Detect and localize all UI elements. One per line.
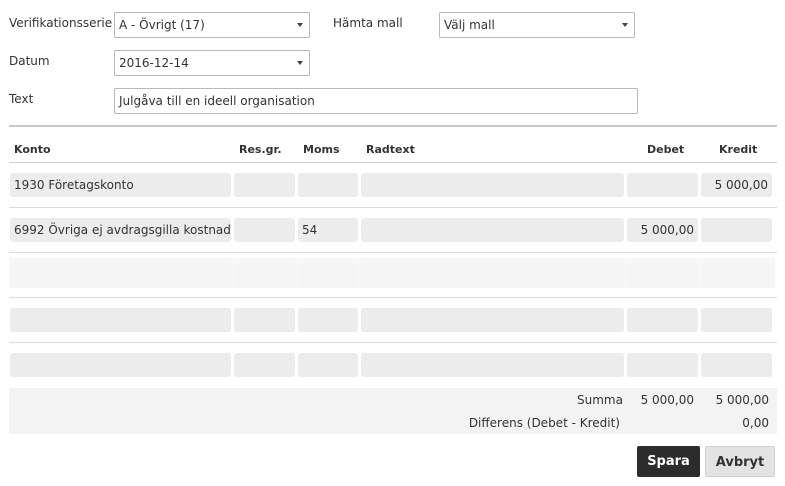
series-value: A - Övrigt (17) [119,18,205,32]
cell-debet[interactable] [627,308,698,332]
cell-kredit[interactable] [701,353,772,377]
template-label: Hämta mall [333,16,403,30]
cell-resgr[interactable] [234,263,295,287]
col-header-kredit: Kredit [719,143,758,156]
cell-debet[interactable]: 5 000,00 [627,218,698,242]
cell-debet[interactable] [627,263,698,287]
cell-konto[interactable] [10,308,231,332]
cell-radtext[interactable] [361,263,624,287]
cell-moms[interactable] [298,263,358,287]
col-header-moms: Moms [303,143,340,156]
col-header-radtext: Radtext [366,143,415,156]
series-select[interactable]: A - Övrigt (17) [114,12,310,38]
cell-moms[interactable] [298,308,358,332]
header-separator [9,162,777,163]
col-header-resgr: Res.gr. [239,143,282,156]
text-input-value: Julgåva till en ideell organisation [119,94,315,108]
sum-label: Summa [577,393,623,407]
date-label: Datum [9,54,50,68]
cancel-button[interactable]: Avbryt [705,446,775,477]
text-label: Text [9,92,34,106]
col-header-konto: Konto [14,143,51,156]
series-label: Verifikationsserie [9,16,113,30]
cell-kredit[interactable]: 5 000,00 [701,173,772,197]
chevron-down-icon [622,23,628,27]
sum-debet: 5 000,00 [640,393,694,407]
cell-kredit[interactable] [701,218,772,242]
cell-resgr[interactable] [234,308,295,332]
row-separator [9,207,777,208]
template-select[interactable]: Välj mall [439,12,635,38]
cell-resgr[interactable] [234,173,295,197]
date-value: 2016-12-14 [119,56,189,70]
cell-radtext[interactable] [361,308,624,332]
template-value: Välj mall [444,18,495,32]
cell-debet[interactable] [627,173,698,197]
cell-resgr[interactable] [234,218,295,242]
row-separator [9,252,777,253]
cell-konto[interactable]: 1930 Företagskonto [10,173,231,197]
cell-radtext[interactable] [361,173,624,197]
cell-kredit[interactable] [701,263,772,287]
cell-konto[interactable] [10,353,231,377]
row-separator [9,297,777,298]
sum-kredit: 5 000,00 [715,393,769,407]
cell-moms[interactable] [298,173,358,197]
date-select[interactable]: 2016-12-14 [114,50,310,76]
save-button[interactable]: Spara [637,446,700,477]
cell-moms[interactable]: 54 [298,218,358,242]
row-separator [9,342,777,343]
cell-moms[interactable] [298,353,358,377]
cell-debet[interactable] [627,353,698,377]
cell-kredit[interactable] [701,308,772,332]
section-divider [9,125,777,127]
cell-resgr[interactable] [234,353,295,377]
cell-radtext[interactable] [361,218,624,242]
diff-value: 0,00 [742,416,769,430]
chevron-down-icon [297,23,303,27]
chevron-down-icon [297,61,303,65]
cell-konto[interactable] [10,263,231,287]
text-input[interactable]: Julgåva till en ideell organisation [114,88,638,114]
cell-radtext[interactable] [361,353,624,377]
col-header-debet: Debet [647,143,685,156]
cell-konto[interactable]: 6992 Övriga ej avdragsgilla kostnader [10,218,231,242]
diff-label: Differens (Debet - Kredit) [468,416,620,430]
